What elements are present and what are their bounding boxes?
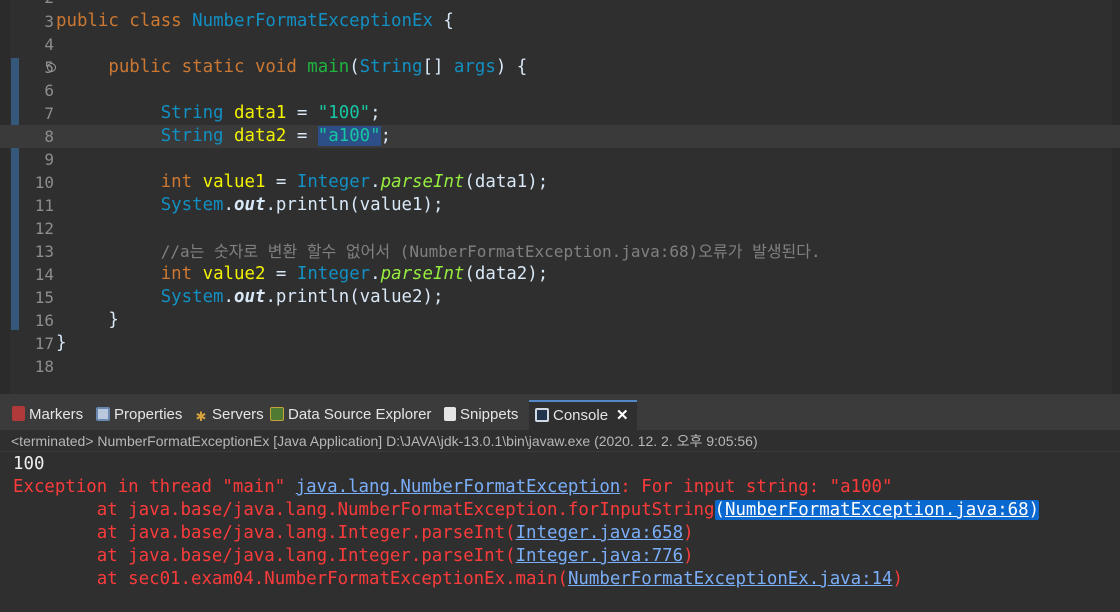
tab-snippets[interactable]: Snippets (444, 400, 518, 430)
code-text: System.out.println(value2); (160, 287, 444, 307)
code-editor[interactable]: 2 3 public class NumberFormatExceptionEx… (0, 0, 1120, 394)
code-text: String data2 = "a100"; (160, 126, 392, 146)
selected-text: "a100" (317, 126, 381, 146)
code-line[interactable]: 11 System.out.println(value1); (0, 194, 1120, 217)
code-text: } (56, 333, 67, 353)
code-line[interactable]: 4 (0, 33, 1120, 56)
stack-trace-line: at sec01.exam04.NumberFormatExceptionEx.… (13, 569, 903, 589)
line-number: 10 (34, 173, 54, 192)
code-text: int value2 = Integer.parseInt(data2); (160, 264, 549, 284)
line-number: 17 (34, 334, 54, 353)
stack-trace-link[interactable]: NumberFormatException.java:68 (725, 500, 1029, 520)
line-number: 11 (34, 196, 54, 215)
code-line[interactable]: 9 (0, 148, 1120, 171)
console-line: 100 (13, 454, 45, 474)
line-number: 9 (44, 150, 54, 169)
line-number: 8 (44, 127, 54, 146)
line-number: 6 (44, 81, 54, 100)
servers-icon: ✱ (195, 409, 207, 424)
properties-icon (96, 407, 110, 421)
code-comment: //a는 숫자로 변환 할수 없어서 (NumberFormatExceptio… (160, 242, 821, 261)
line-number: 16 (34, 311, 54, 330)
tab-properties[interactable]: Properties (96, 400, 182, 430)
stack-trace-link[interactable]: NumberFormatExceptionEx.java:14 (568, 569, 893, 589)
line-number: 4 (44, 35, 54, 54)
markers-icon (12, 406, 25, 421)
stack-trace-line: at java.base/java.lang.Integer.parseInt(… (13, 546, 694, 566)
fold-toggle-icon[interactable] (47, 63, 56, 72)
code-line[interactable]: 6 (0, 79, 1120, 102)
line-number: 14 (34, 265, 54, 284)
code-line-current[interactable]: 8 String data2 = "a100"; (0, 125, 1120, 148)
code-line[interactable]: 7 String data1 = "100"; (0, 102, 1120, 125)
line-number: 13 (34, 242, 54, 261)
code-text: System.out.println(value1); (160, 195, 444, 215)
selected-text: (NumberFormatException.java:68) (714, 500, 1040, 520)
code-line[interactable]: 5 public static void main(String[] args)… (0, 56, 1120, 79)
console-status-line: <terminated> NumberFormatExceptionEx [Ja… (0, 430, 1120, 452)
tab-servers[interactable]: ✱ Servers (194, 400, 264, 430)
console-line: Exception in thread "main" java.lang.Num… (13, 477, 893, 497)
snippets-icon (444, 407, 456, 421)
console-output[interactable]: 100 Exception in thread "main" java.lang… (0, 453, 1120, 612)
exception-class-link[interactable]: java.lang.NumberFormatException (296, 477, 621, 497)
code-text: //a는 숫자로 변환 할수 없어서 (NumberFormatExceptio… (56, 240, 821, 264)
code-line[interactable]: 15 System.out.println(value2); (0, 286, 1120, 309)
line-number: 15 (34, 288, 54, 307)
close-icon[interactable]: ✕ (616, 407, 629, 424)
code-line[interactable]: 18 (0, 355, 1120, 378)
line-number: 12 (34, 219, 54, 238)
stack-trace-line: at java.base/java.lang.Integer.parseInt(… (13, 523, 694, 543)
code-line[interactable]: 3 public class NumberFormatExceptionEx { (0, 10, 1120, 33)
line-number: 18 (34, 357, 54, 376)
stack-trace-line: at java.base/java.lang.NumberFormatExcep… (13, 500, 1040, 520)
console-icon (535, 408, 549, 422)
stack-trace-link[interactable]: Integer.java:658 (516, 523, 684, 543)
code-text: int value1 = Integer.parseInt(data1); (160, 172, 549, 192)
view-tab-bar: Markers Properties ✱ Servers Data Source … (0, 400, 1120, 430)
code-line[interactable]: 10 int value1 = Integer.parseInt(data1); (0, 171, 1120, 194)
code-line[interactable]: 2 (0, 0, 1120, 9)
code-line[interactable]: 17 } (0, 332, 1120, 355)
code-text: } (108, 310, 119, 330)
code-text: public class NumberFormatExceptionEx { (56, 11, 454, 31)
tab-console[interactable]: Console ✕ (529, 400, 637, 430)
code-line[interactable]: 13 //a는 숫자로 변환 할수 없어서 (NumberFormatExcep… (0, 240, 1120, 263)
tab-markers[interactable]: Markers (12, 400, 83, 430)
data-source-explorer-icon (270, 407, 284, 421)
code-line[interactable]: 12 (0, 217, 1120, 240)
stack-trace-link[interactable]: Integer.java:776 (516, 546, 684, 566)
code-line[interactable]: 16 } (0, 309, 1120, 332)
code-line[interactable]: 14 int value2 = Integer.parseInt(data2); (0, 263, 1120, 286)
code-text: public static void main(String[] args) { (108, 57, 528, 77)
line-number: 3 (44, 12, 54, 31)
line-number: 7 (44, 104, 54, 123)
code-text: String data1 = "100"; (160, 103, 381, 123)
tab-data-source-explorer[interactable]: Data Source Explorer (270, 400, 431, 430)
line-number: 2 (10, 0, 54, 9)
